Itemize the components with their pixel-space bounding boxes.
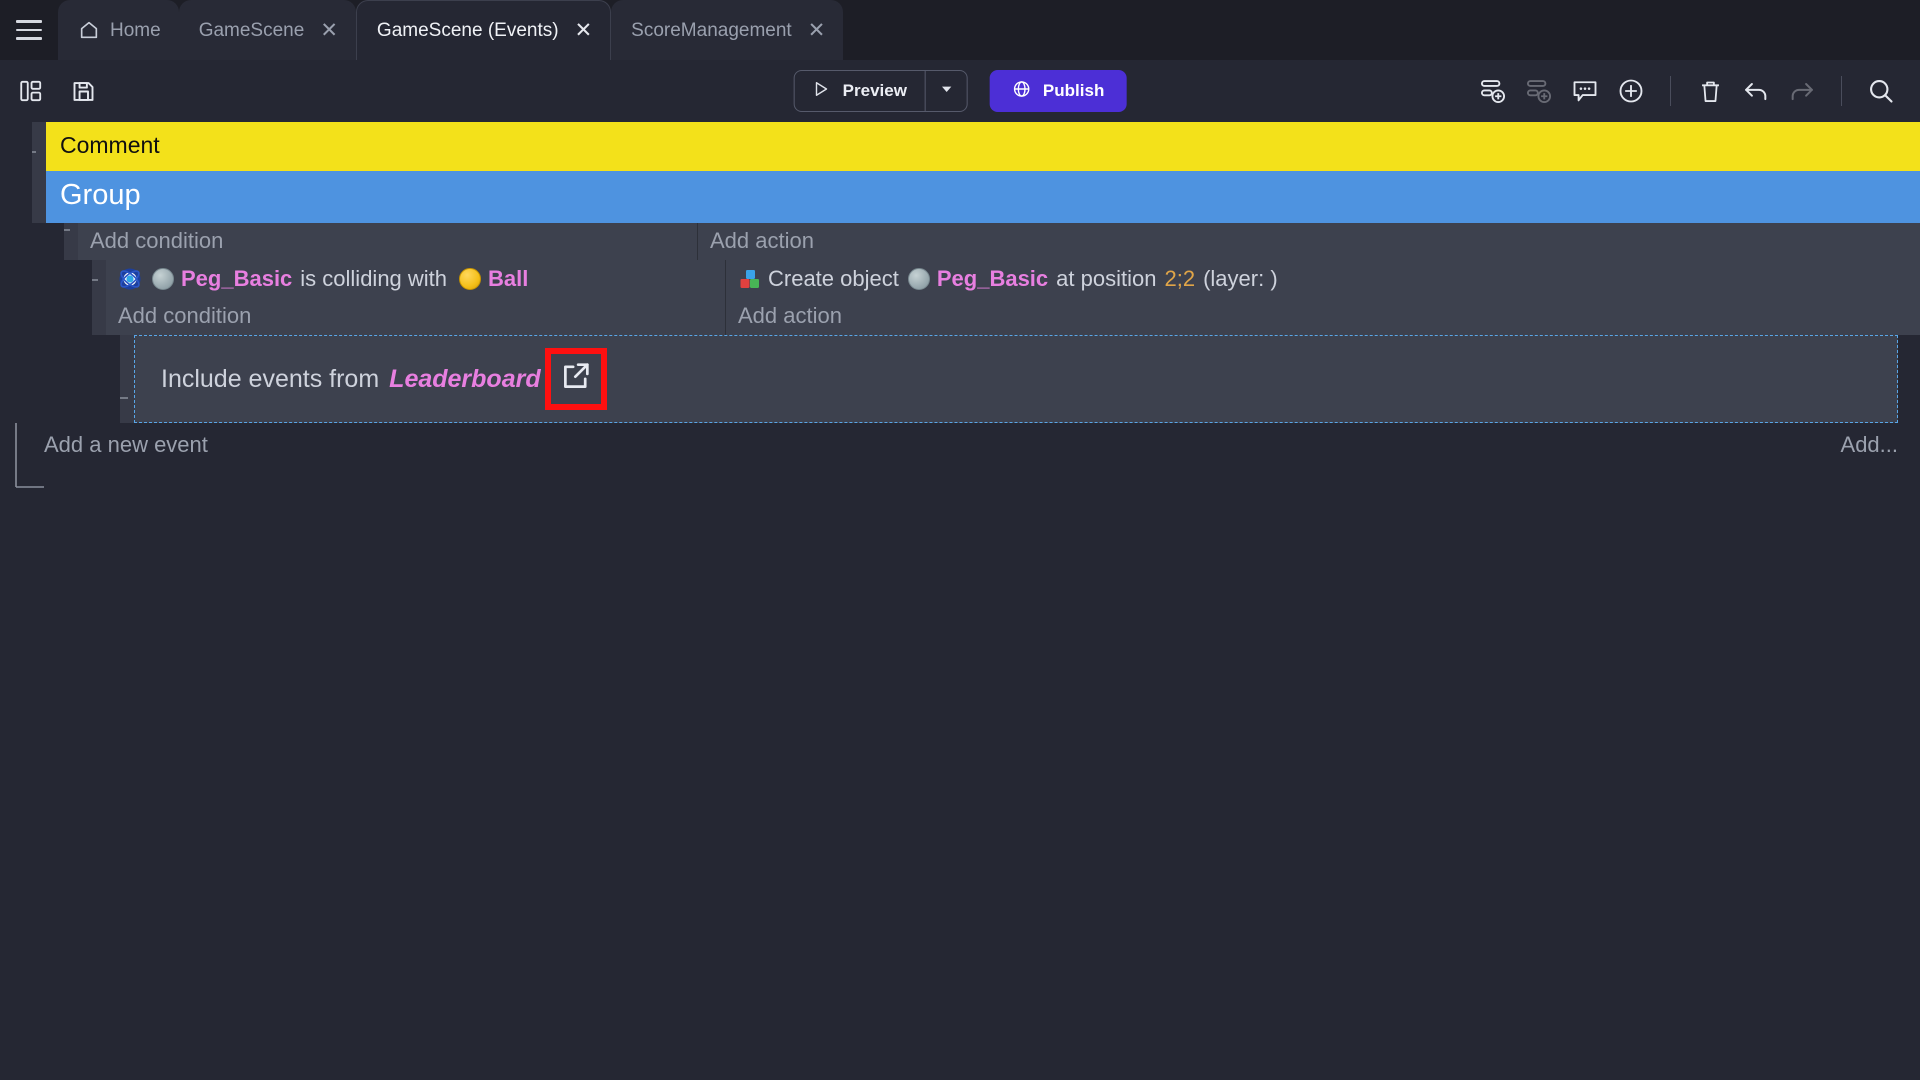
tab-close-icon[interactable]: ✕ bbox=[320, 20, 338, 41]
tab-label: GameScene (Events) bbox=[376, 20, 559, 41]
save-icon[interactable] bbox=[66, 74, 100, 108]
hamburger-bar bbox=[16, 20, 42, 23]
action-prefix: Create object bbox=[768, 265, 899, 291]
hamburger-bar bbox=[16, 37, 42, 40]
open-external-events-button[interactable] bbox=[544, 348, 607, 410]
tree-gutter bbox=[0, 223, 64, 260]
object-thumbnail-peg bbox=[152, 267, 174, 290]
drag-handle[interactable] bbox=[32, 122, 46, 171]
tab-label: Home bbox=[110, 19, 161, 41]
tab-label: GameScene bbox=[198, 19, 305, 41]
group-event[interactable]: Group bbox=[46, 171, 1920, 223]
link-event[interactable]: Include events from Leaderboard bbox=[134, 335, 1898, 423]
redo-icon[interactable] bbox=[1785, 74, 1819, 108]
actions-column: Add action bbox=[698, 223, 1920, 260]
action-row[interactable]: Create object Peg_Basic at position 2 ; … bbox=[726, 260, 1920, 298]
add-action-placeholder[interactable]: Add action bbox=[698, 223, 1920, 260]
toolbar-right-group bbox=[1476, 74, 1898, 108]
object-thumbnail-peg bbox=[907, 267, 930, 290]
conditions-column: Add condition bbox=[78, 223, 698, 260]
tree-gutter bbox=[0, 335, 120, 423]
preview-label: Preview bbox=[842, 81, 907, 100]
play-triangle-icon bbox=[811, 79, 831, 104]
drag-handle[interactable] bbox=[32, 171, 46, 223]
group-text: Group bbox=[60, 178, 141, 211]
comment-event[interactable]: Comment bbox=[46, 122, 1920, 171]
conditions-column: Peg_Basic is colliding with Ball Add con… bbox=[106, 260, 726, 335]
tree-gutter bbox=[0, 171, 32, 223]
condition-middle-text: is colliding with bbox=[300, 265, 448, 291]
object-thumbnail-ball bbox=[459, 267, 482, 290]
condition-action-grid: Add condition Add action bbox=[78, 223, 1920, 260]
add-action-placeholder[interactable]: Add action bbox=[726, 298, 1920, 335]
action-suffix: (layer: ) bbox=[1203, 265, 1278, 291]
action-position-y: 2 bbox=[1182, 265, 1196, 291]
preview-options-button[interactable] bbox=[924, 71, 967, 111]
event-row-standard-outer[interactable]: Add condition Add action bbox=[0, 223, 1920, 260]
action-mid-text: at position bbox=[1056, 265, 1157, 291]
add-circle-icon[interactable] bbox=[1614, 74, 1648, 108]
toolbar-left-group bbox=[14, 74, 100, 108]
tab-scoremanagement[interactable]: ScoreManagement ✕ bbox=[611, 0, 844, 60]
create-object-icon bbox=[738, 267, 762, 291]
condition-action-grid: Peg_Basic is colliding with Ball Add con… bbox=[106, 260, 1920, 335]
condition-row[interactable]: Peg_Basic is colliding with Ball bbox=[106, 260, 725, 298]
tab-gamescene-events[interactable]: GameScene (Events) ✕ bbox=[355, 0, 612, 60]
add-new-event-label[interactable]: Add a new event bbox=[32, 432, 208, 458]
condition-object-a: Peg_Basic bbox=[181, 265, 293, 291]
tab-close-icon[interactable]: ✕ bbox=[575, 20, 593, 41]
add-new-event-row[interactable]: Add a new event Add... bbox=[0, 423, 1920, 467]
add-more-label[interactable]: Add... bbox=[1841, 432, 1920, 458]
tab-bar: Home GameScene ✕ GameScene (Events) ✕ Sc… bbox=[0, 0, 1920, 60]
events-sheet: Comment Group Add condition Add action P… bbox=[0, 122, 1920, 1080]
publish-button[interactable]: Publish bbox=[989, 70, 1127, 112]
link-prefix: Include events from bbox=[161, 364, 380, 393]
search-icon[interactable] bbox=[1864, 74, 1898, 108]
add-event-icon[interactable] bbox=[1476, 74, 1510, 108]
drag-handle[interactable] bbox=[64, 223, 78, 260]
action-object: Peg_Basic bbox=[936, 265, 1049, 291]
add-condition-placeholder[interactable]: Add condition bbox=[106, 298, 725, 335]
delete-icon[interactable] bbox=[1693, 74, 1727, 108]
event-row-standard-inner[interactable]: Peg_Basic is colliding with Ball Add con… bbox=[0, 260, 1920, 335]
collision-behavior-icon bbox=[118, 267, 142, 291]
toolbar-center-group: Preview Publish bbox=[793, 70, 1127, 112]
tree-gutter bbox=[0, 260, 92, 335]
add-condition-placeholder[interactable]: Add condition bbox=[78, 223, 697, 260]
tab-gamescene[interactable]: GameScene ✕ bbox=[178, 0, 356, 60]
add-sub-event-icon[interactable] bbox=[1522, 74, 1556, 108]
add-comment-icon[interactable] bbox=[1568, 74, 1602, 108]
undo-icon[interactable] bbox=[1739, 74, 1773, 108]
drag-handle[interactable] bbox=[92, 260, 106, 335]
hamburger-menu-icon[interactable] bbox=[0, 0, 58, 60]
condition-object-b: Ball bbox=[488, 265, 529, 291]
actions-column: Create object Peg_Basic at position 2 ; … bbox=[726, 260, 1920, 335]
globe-icon bbox=[1012, 79, 1032, 104]
event-row-comment[interactable]: Comment bbox=[0, 122, 1920, 171]
tab-home[interactable]: Home bbox=[58, 0, 179, 60]
publish-label: Publish bbox=[1042, 81, 1105, 100]
event-row-link[interactable]: Include events from Leaderboard bbox=[0, 335, 1920, 423]
home-icon bbox=[78, 19, 100, 41]
toolbar-separator bbox=[1841, 76, 1842, 106]
hamburger-bar bbox=[16, 28, 42, 32]
tab-label: ScoreManagement bbox=[631, 19, 792, 41]
tab-close-icon[interactable]: ✕ bbox=[808, 20, 826, 41]
preview-button[interactable]: Preview bbox=[795, 71, 925, 111]
tree-gutter bbox=[0, 122, 32, 171]
open-project-manager-icon[interactable] bbox=[14, 74, 48, 108]
external-link-icon bbox=[559, 359, 593, 400]
action-position-x: 2 bbox=[1164, 265, 1177, 291]
comment-text: Comment bbox=[60, 132, 160, 158]
event-row-group[interactable]: Group bbox=[0, 171, 1920, 223]
preview-button-group: Preview bbox=[793, 70, 968, 112]
toolbar-separator bbox=[1670, 76, 1671, 106]
link-target-name[interactable]: Leaderboard bbox=[389, 365, 540, 394]
editor-toolbar: Preview Publish bbox=[0, 60, 1920, 122]
drag-handle[interactable] bbox=[120, 335, 134, 423]
chevron-down-icon bbox=[938, 81, 954, 102]
